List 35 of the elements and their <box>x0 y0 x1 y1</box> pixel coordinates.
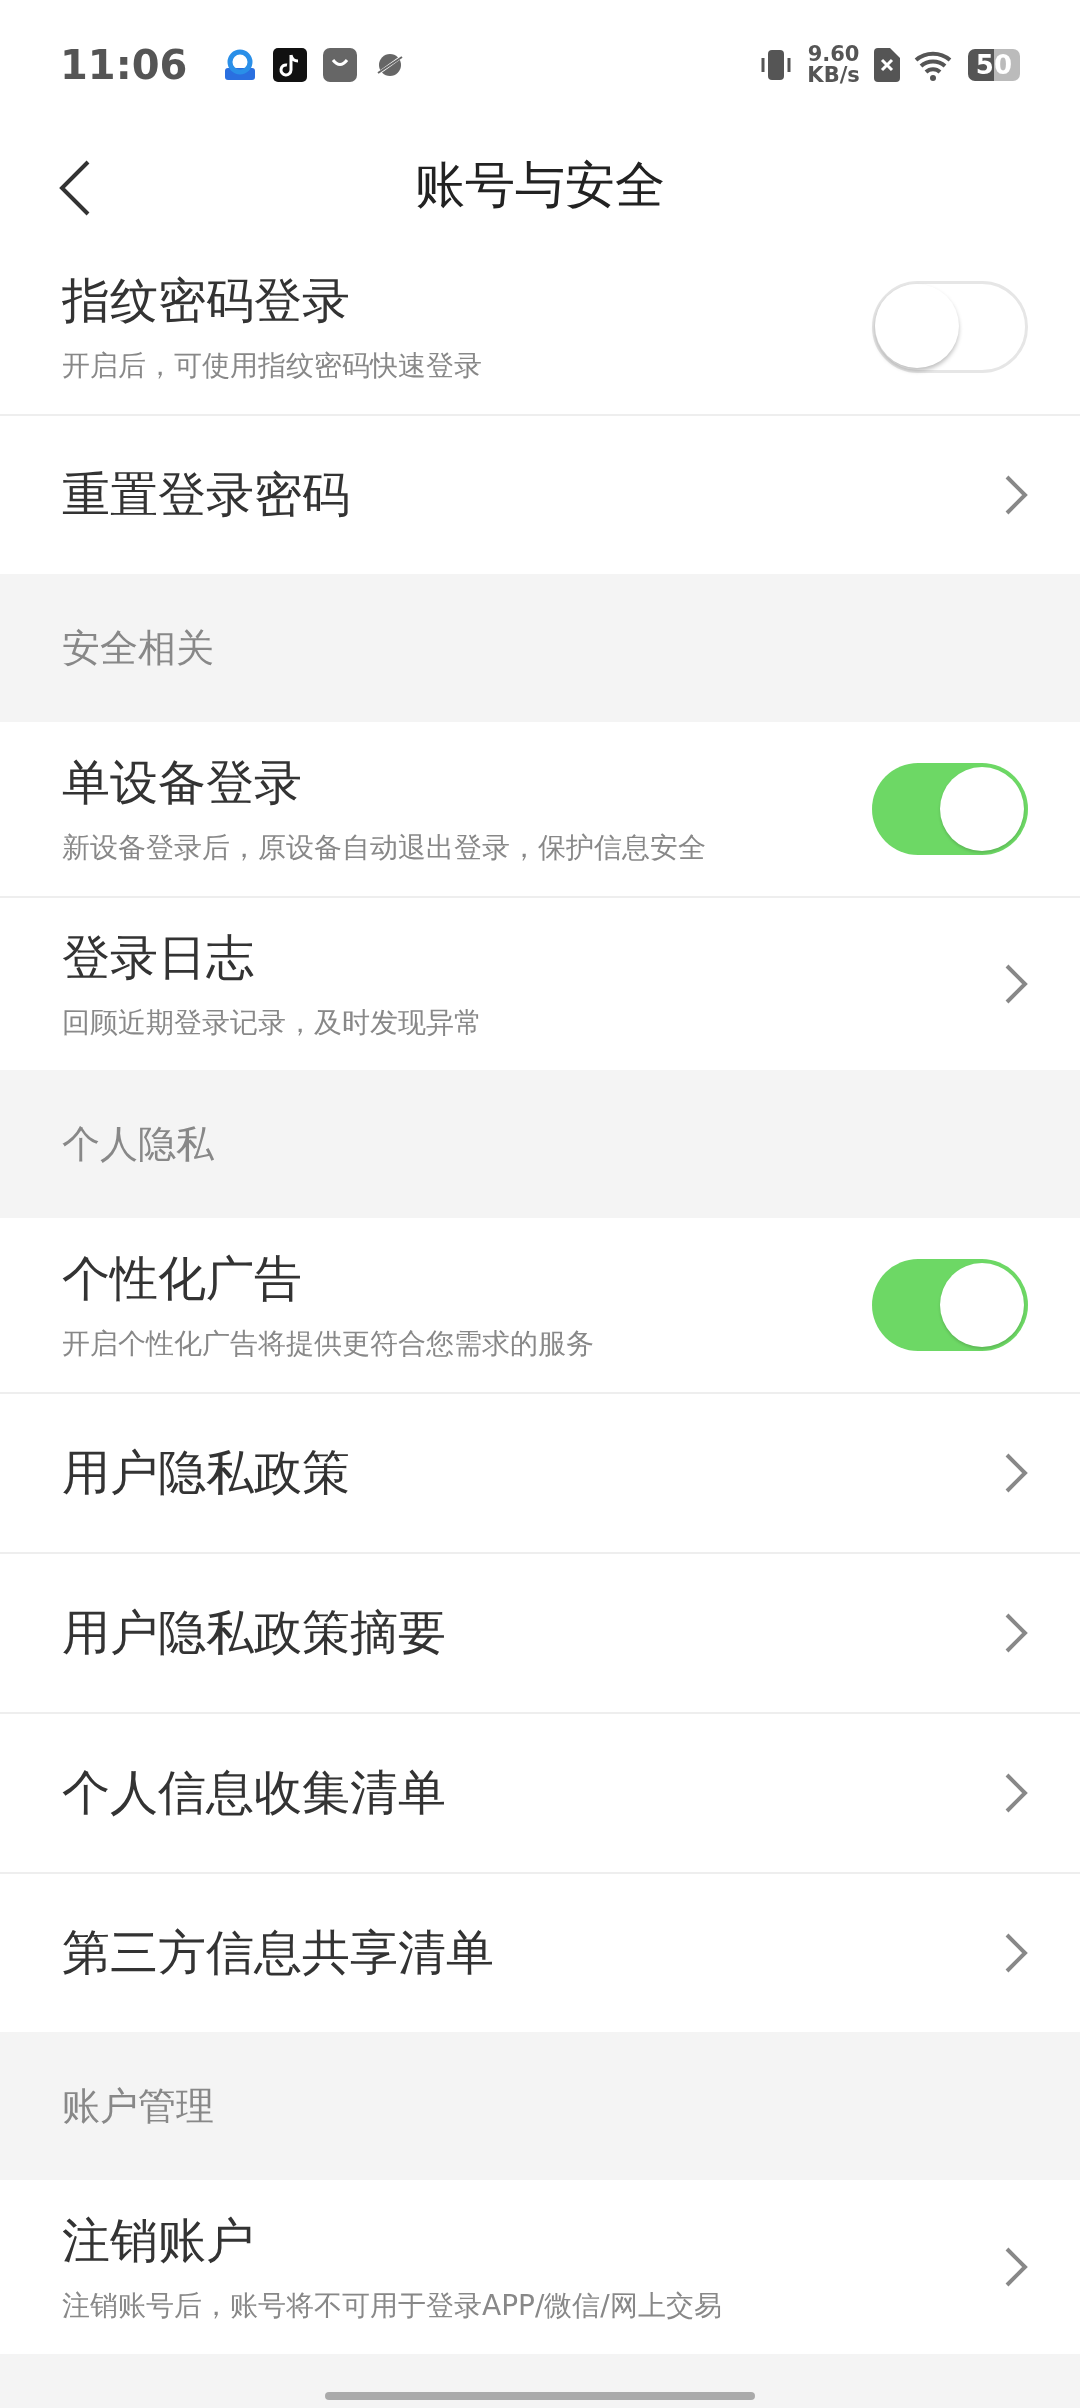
setting-title: 用户隐私政策摘要 <box>62 1603 447 1662</box>
speed-unit: KB/s <box>807 65 860 86</box>
setting-description: 注销账号后，账号将不可用于登录APP/微信/网上交易 <box>62 2288 723 2324</box>
app-icon <box>223 48 258 82</box>
sim-card-icon <box>873 48 900 82</box>
setting-title: 用户隐私政策 <box>62 1443 351 1502</box>
network-speed: 9.60 <box>807 44 860 65</box>
setting-description: 开启个性化广告将提供更符合您需求的服务 <box>62 1326 595 1362</box>
setting-title: 登录日志 <box>62 928 255 987</box>
chevron-right-icon <box>1004 1932 1028 1974</box>
chevron-right-icon <box>1004 963 1028 1005</box>
chevron-right-icon <box>1004 2246 1028 2288</box>
status-time: 11:06 <box>60 42 188 88</box>
battery-indicator: 50 <box>967 49 1020 81</box>
setting-title: 个性化广告 <box>62 1249 303 1308</box>
setting-title: 单设备登录 <box>62 753 303 812</box>
chevron-right-icon <box>1004 474 1028 516</box>
vibrate-icon <box>759 48 794 82</box>
music-note-icon <box>273 48 308 82</box>
section-header: 安全相关 <box>62 624 214 672</box>
chevron-right-icon <box>1004 1452 1028 1494</box>
setting-description: 开启后，可使用指纹密码快速登录 <box>62 348 483 384</box>
section-header: 个人隐私 <box>62 1120 214 1168</box>
setting-title: 重置登录密码 <box>62 465 351 524</box>
chevron-right-icon <box>1004 1612 1028 1654</box>
setting-title: 第三方信息共享清单 <box>62 1923 495 1982</box>
setting-title: 指纹密码登录 <box>62 271 351 330</box>
page-title: 账号与安全 <box>415 154 665 216</box>
setting-description: 回顾近期登录记录，及时发现异常 <box>62 1005 483 1041</box>
setting-title: 注销账户 <box>62 2211 255 2270</box>
chevron-right-icon <box>1004 1772 1028 1814</box>
section-header: 账户管理 <box>62 2082 214 2130</box>
bag-icon <box>323 48 358 82</box>
setting-description: 新设备登录后，原设备自动退出登录，保护信息安全 <box>62 830 707 866</box>
setting-title: 个人信息收集清单 <box>62 1763 447 1822</box>
